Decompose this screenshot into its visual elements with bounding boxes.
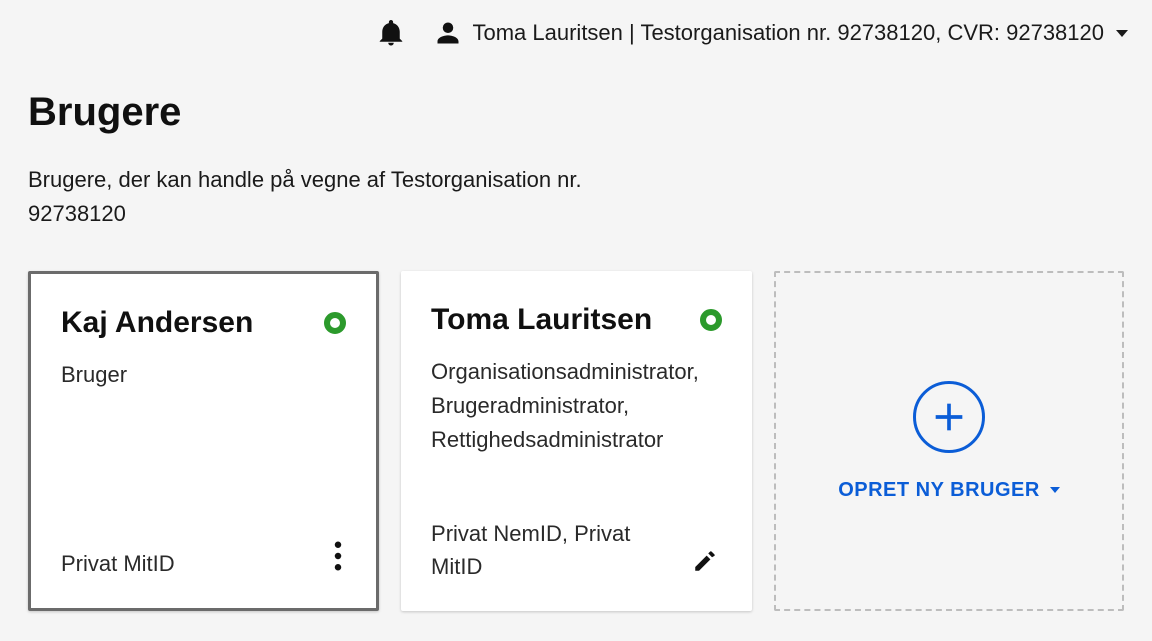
bell-icon xyxy=(376,18,406,48)
page-subtitle: Brugere, der kan handle på vegne af Test… xyxy=(28,163,588,231)
edit-button[interactable] xyxy=(688,544,722,583)
top-bar: Toma Lauritsen | Testorganisation nr. 92… xyxy=(0,0,1152,66)
status-active-icon xyxy=(324,312,346,334)
create-user-card[interactable]: OPRET NY BRUGER xyxy=(774,271,1124,611)
user-card[interactable]: Kaj Andersen Bruger Privat MitID xyxy=(28,271,379,611)
user-card-header: Kaj Andersen xyxy=(61,306,346,340)
notifications-button[interactable] xyxy=(376,18,406,48)
chevron-down-icon xyxy=(1116,30,1128,37)
user-idtype: Privat MitID xyxy=(61,547,175,580)
user-cards: Kaj Andersen Bruger Privat MitID Toma La… xyxy=(28,271,1124,611)
user-menu[interactable]: Toma Lauritsen | Testorganisation nr. 92… xyxy=(434,19,1128,47)
create-user-label: OPRET NY BRUGER xyxy=(838,479,1040,502)
user-card[interactable]: Toma Lauritsen Organisationsadministrato… xyxy=(401,271,752,611)
user-card-footer: Privat NemID, Privat MitID xyxy=(431,517,722,583)
pencil-icon xyxy=(692,548,718,574)
user-idtype: Privat NemID, Privat MitID xyxy=(431,517,661,583)
create-user-label-row: OPRET NY BRUGER xyxy=(838,479,1060,502)
chevron-down-icon xyxy=(1050,487,1060,493)
user-roles: Organisationsadministrator, Brugeradmini… xyxy=(431,355,722,457)
user-name: Toma Lauritsen xyxy=(431,303,652,337)
more-menu-button[interactable] xyxy=(330,537,346,580)
main-content: Brugere Brugere, der kan handle på vegne… xyxy=(0,66,1152,635)
plus-circle-icon xyxy=(913,381,985,453)
user-card-header: Toma Lauritsen xyxy=(431,303,722,337)
user-card-footer: Privat MitID xyxy=(61,537,346,580)
more-vertical-icon xyxy=(334,541,342,571)
status-active-icon xyxy=(700,309,722,331)
user-name: Kaj Andersen xyxy=(61,306,253,340)
user-roles: Bruger xyxy=(61,358,346,392)
person-icon xyxy=(434,19,462,47)
page-title: Brugere xyxy=(28,90,1124,135)
user-label: Toma Lauritsen | Testorganisation nr. 92… xyxy=(472,20,1104,46)
